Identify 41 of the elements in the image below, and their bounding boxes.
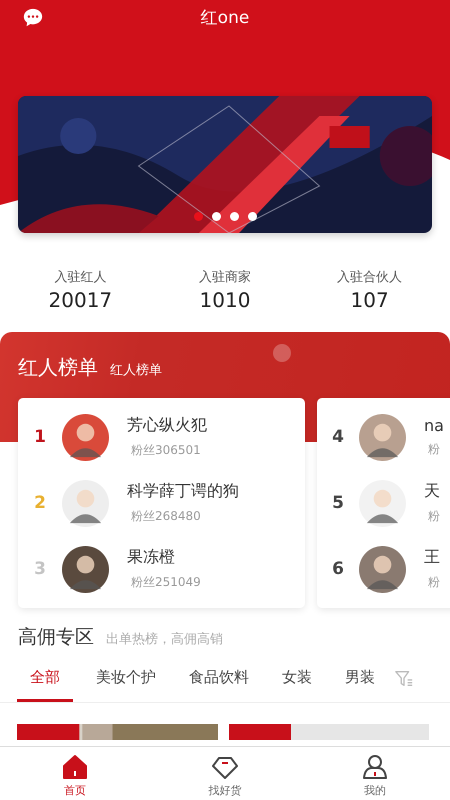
section-subtitle: 红人榜单: [110, 362, 162, 379]
section-subtitle: 出单热榜，高佣高销: [106, 631, 223, 648]
influencer-name: 王: [424, 547, 440, 568]
stat-label: 入驻合伙人: [337, 269, 402, 286]
rank-number: 1: [33, 427, 47, 447]
rank-number: 6: [331, 559, 345, 579]
stat-value: 107: [350, 288, 389, 312]
section-title: 红人榜单: [18, 354, 98, 381]
category-tab[interactable]: 美妆个护: [86, 656, 166, 702]
fan-count: 粉丝306501: [130, 442, 202, 459]
stat-value: 1010: [200, 288, 250, 312]
category-tab[interactable]: 食品饮料: [179, 656, 259, 702]
category-tab[interactable]: 男装: [335, 656, 385, 702]
stat-label: 入驻商家: [198, 269, 251, 286]
influencer-name: na: [424, 416, 444, 435]
fan-count: 粉: [427, 441, 441, 458]
nav-tab[interactable]: 首页: [15, 747, 135, 800]
user-icon: [362, 754, 388, 780]
rank-number: 4: [331, 427, 345, 447]
influencer-name: 科学薛丁谔的狗: [127, 481, 239, 502]
app-title: 红one: [200, 6, 250, 28]
rank-number: 2: [33, 493, 47, 513]
stat-value: 20017: [48, 288, 112, 312]
influencer-name: 果冻橙: [127, 547, 176, 568]
stat-label: 入驻红人: [54, 269, 106, 286]
category-tab[interactable]: 全部: [17, 656, 73, 702]
section-title: 高佣专区: [18, 625, 94, 650]
fan-count: 粉丝251049: [130, 574, 201, 591]
nav-tab[interactable]: 找好货: [165, 747, 285, 800]
influencer-name: 天: [424, 481, 440, 502]
fan-count: 粉: [427, 508, 440, 525]
influencer-name: 芳心纵火犯: [127, 415, 207, 436]
rank-number: 5: [331, 493, 345, 513]
nav-tab[interactable]: 我的: [315, 747, 435, 800]
fan-count: 粉丝268480: [130, 508, 202, 525]
chat-icon[interactable]: [22, 7, 44, 29]
rank-number: 3: [33, 559, 47, 579]
diamond-icon: [212, 754, 238, 780]
home-icon: [62, 754, 88, 780]
category-tab[interactable]: 女装: [272, 656, 322, 702]
fan-count: 粉: [427, 574, 440, 591]
